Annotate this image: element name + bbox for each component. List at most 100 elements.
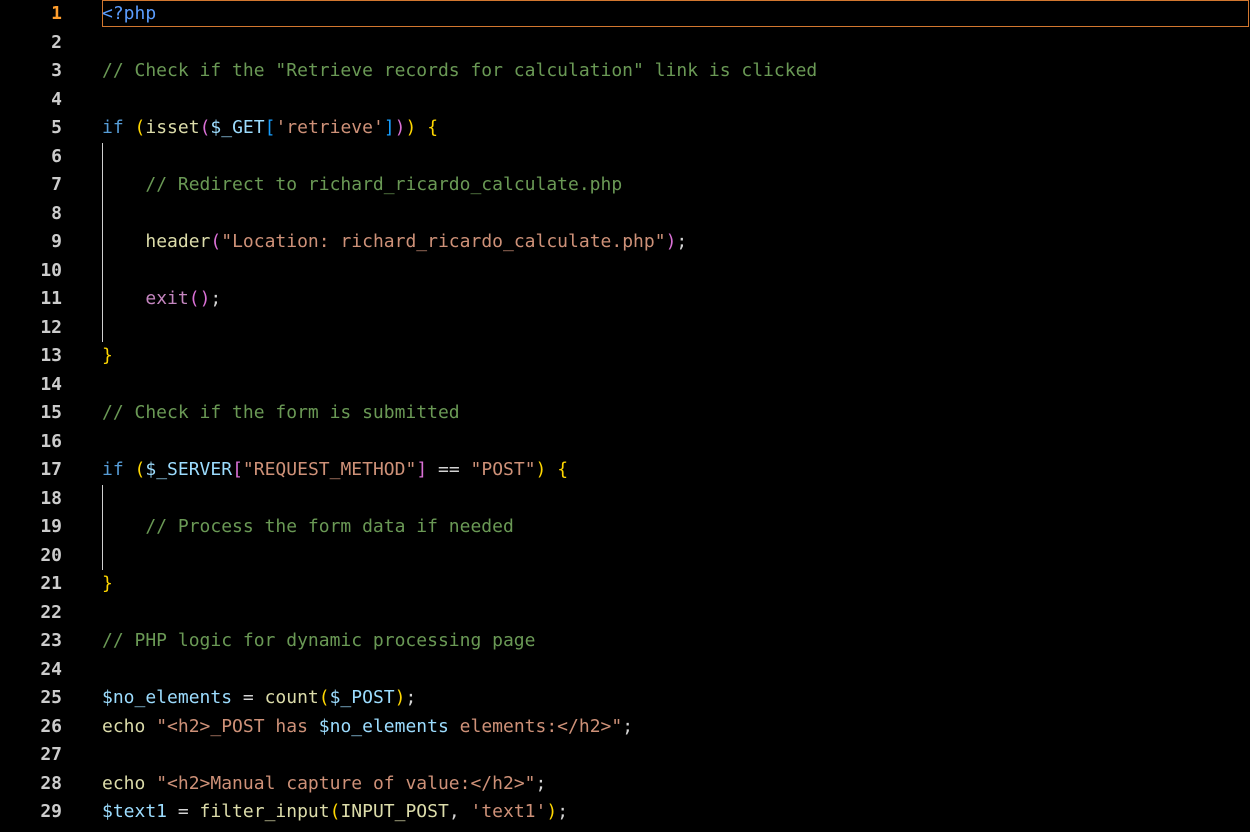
code-token: "POST"	[470, 459, 536, 480]
code-line[interactable]: // PHP logic for dynamic processing page	[102, 627, 1250, 655]
code-token: {	[427, 117, 439, 138]
code-token: ;	[210, 288, 222, 309]
code-token: $no_elements	[102, 687, 233, 708]
code-token: // Check if the form is submitted	[102, 402, 460, 423]
code-token: ;	[676, 231, 688, 252]
code-token: (	[134, 117, 146, 138]
code-line[interactable]	[102, 200, 1250, 228]
code-token: =	[232, 687, 265, 708]
code-line[interactable]	[102, 143, 1250, 171]
code-token: (	[199, 117, 211, 138]
code-token: ;	[535, 772, 547, 794]
code-line[interactable]: echo "<h2>Manual capture of value:</h2>"…	[102, 770, 1250, 798]
code-token: exit	[145, 288, 189, 309]
code-token: [	[264, 117, 276, 138]
code-line[interactable]: if (isset($_GET['retrieve'])) {	[102, 114, 1250, 142]
code-token: (	[329, 801, 341, 822]
code-token: INPUT_POST	[340, 801, 449, 822]
code-line[interactable]	[102, 485, 1250, 513]
code-token: <?php	[102, 3, 157, 24]
code-token: ;	[622, 715, 634, 737]
code-line[interactable]: exit();	[102, 285, 1250, 313]
code-token: // Redirect to richard_ricardo_calculate…	[145, 174, 623, 195]
code-token: (	[318, 687, 330, 708]
code-line[interactable]	[102, 29, 1250, 57]
code-token: echo	[102, 772, 146, 794]
code-token: $_SERVER	[145, 459, 233, 480]
code-line[interactable]: // Check if the "Retrieve records for ca…	[102, 57, 1250, 85]
code-line[interactable]	[102, 741, 1250, 769]
code-line[interactable]	[102, 542, 1250, 570]
code-token: {	[557, 459, 569, 480]
code-token: if	[102, 459, 124, 480]
code-line[interactable]: header("Location: richard_ricardo_calcul…	[102, 228, 1250, 256]
code-token: (	[134, 459, 146, 480]
code-token: (	[188, 288, 200, 309]
code-token: )	[394, 117, 406, 138]
code-token: "REQUEST_METHOD"	[242, 459, 417, 480]
code-area[interactable]: <?php // Check if the "Retrieve records f…	[0, 0, 1250, 832]
code-line[interactable]	[102, 599, 1250, 627]
code-token: $_GET	[210, 117, 265, 138]
code-token: $_POST	[329, 687, 395, 708]
code-token: )	[535, 459, 547, 480]
code-token: }	[102, 345, 113, 366]
code-token: =	[167, 801, 200, 822]
code-token: (	[210, 231, 222, 252]
code-token: ,	[448, 801, 471, 822]
code-line[interactable]: <?php	[102, 0, 1250, 28]
code-token: )	[394, 687, 406, 708]
code-token: ;	[405, 687, 417, 708]
code-token: // Process the form data if needed	[145, 516, 514, 537]
code-token: $no_elements	[318, 715, 449, 737]
code-token: "<h2>Manual capture of value:</h2>"	[156, 772, 536, 794]
code-line[interactable]: // Check if the form is submitted	[102, 399, 1250, 427]
code-line[interactable]: // Redirect to richard_ricardo_calculate…	[102, 171, 1250, 199]
code-line[interactable]: }	[102, 342, 1250, 370]
code-token: // PHP logic for dynamic processing page	[102, 630, 536, 651]
code-token: // Check if the "Retrieve records for ca…	[102, 60, 818, 81]
code-line[interactable]: $no_elements = count($_POST);	[102, 684, 1250, 712]
code-token: )	[546, 801, 558, 822]
code-token: )	[405, 117, 417, 138]
code-token: ;	[557, 801, 569, 822]
code-token: [	[232, 459, 243, 480]
code-line[interactable]	[102, 428, 1250, 456]
code-line[interactable]: $text1 = filter_input(INPUT_POST, 'text1…	[102, 798, 1250, 826]
code-line[interactable]: // Process the form data if needed	[102, 513, 1250, 541]
code-line[interactable]: if ($_SERVER["REQUEST_METHOD"] == "POST"…	[102, 456, 1250, 484]
code-line[interactable]	[102, 86, 1250, 114]
code-token: 'retrieve'	[275, 117, 384, 138]
code-token: count	[264, 687, 319, 708]
code-token: }	[102, 573, 113, 594]
code-token: echo	[102, 715, 146, 737]
code-token: header	[145, 231, 211, 252]
code-token: "<h2>_POST has	[156, 715, 319, 737]
code-token: )	[665, 231, 677, 252]
code-editor[interactable]: 1 2 3 4 5 6 7 8 9 10 11 12 13 14 15 16 17 18 19 20 21 22 23 24 2…	[0, 0, 1250, 832]
code-line[interactable]	[102, 371, 1250, 399]
code-token: ]	[416, 459, 428, 480]
code-line[interactable]: }	[102, 570, 1250, 598]
code-token: )	[199, 288, 211, 309]
code-line[interactable]: echo "<h2>_POST has $no_elements element…	[102, 713, 1250, 741]
code-token: 'text1'	[470, 801, 547, 822]
code-token: "Location: richard_ricardo_calculate.php…	[221, 231, 666, 252]
code-token: ==	[427, 459, 471, 480]
code-token: $text1	[102, 801, 168, 822]
code-token: isset	[145, 117, 200, 138]
code-line[interactable]	[102, 314, 1250, 342]
code-line[interactable]	[102, 257, 1250, 285]
code-token: filter_input	[199, 801, 330, 822]
code-line[interactable]	[102, 656, 1250, 684]
